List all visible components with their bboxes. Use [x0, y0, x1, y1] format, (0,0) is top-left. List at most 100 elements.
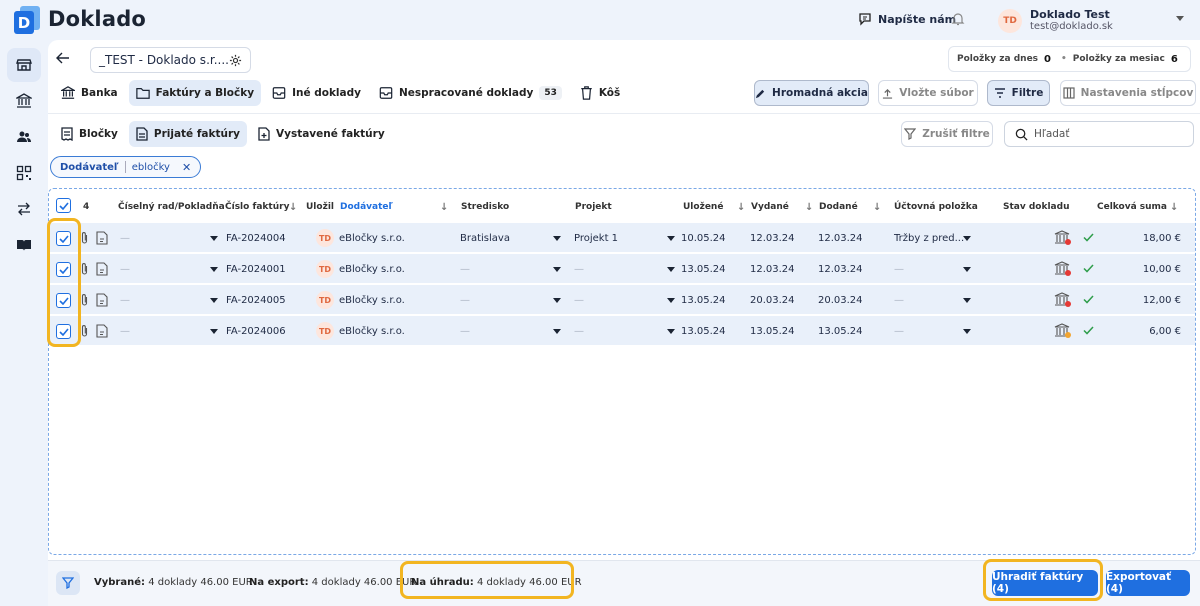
tab-invoices-receipts[interactable]: Faktúry a Bločky [128, 80, 262, 106]
cell-center[interactable]: — [460, 264, 470, 275]
cell-center[interactable]: — [460, 326, 470, 337]
paperclip-icon[interactable] [80, 293, 89, 307]
write-us-button[interactable]: Napíšte nám [858, 12, 956, 26]
paperclip-icon[interactable] [80, 231, 89, 245]
cell-invoice-number[interactable]: FA-2024004 [226, 233, 286, 244]
dropdown-caret-icon[interactable] [963, 329, 971, 334]
cell-center[interactable]: Bratislava [460, 233, 510, 244]
status-document-icon[interactable] [1054, 323, 1072, 339]
select-all-checkbox[interactable] [56, 198, 71, 213]
tab-received-invoices[interactable]: Prijaté faktúry [128, 121, 247, 147]
dropdown-caret-icon[interactable] [210, 329, 218, 334]
cell-center[interactable]: — [460, 295, 470, 306]
col-header-project[interactable]: Projekt [575, 202, 612, 212]
bell-icon[interactable] [950, 11, 966, 27]
col-header-total[interactable]: Celková suma [1097, 202, 1167, 212]
upload-file-button[interactable]: Vložte súbor [878, 80, 978, 106]
cell-invoice-number[interactable]: FA-2024005 [226, 295, 286, 306]
cell-project[interactable]: — [574, 326, 584, 337]
tab-receipts[interactable]: Bločky [54, 121, 125, 147]
document-pdf-icon[interactable] [96, 231, 109, 245]
status-document-icon[interactable] [1054, 261, 1072, 277]
dropdown-caret-icon[interactable] [210, 267, 218, 272]
paperclip-icon[interactable] [80, 262, 89, 276]
tab-bank[interactable]: Banka [54, 80, 125, 106]
dropdown-caret-icon[interactable] [667, 298, 675, 303]
dropdown-caret-icon[interactable] [963, 298, 971, 303]
status-document-icon[interactable] [1054, 230, 1072, 246]
col-header-center[interactable]: Stredisko [461, 202, 509, 212]
dropdown-caret-icon[interactable] [210, 298, 218, 303]
sort-arrow-icon[interactable]: ↓ [805, 202, 813, 213]
col-header-status[interactable]: Stav dokladu [1003, 202, 1069, 212]
pay-invoices-button[interactable]: Uhradiť faktúry (4) [992, 570, 1098, 596]
tab-trash[interactable]: Kôš [573, 80, 627, 106]
table-row[interactable]: — FA-2024006 TD eBločky s.r.o. — — 13.05.24 13.… [49, 316, 1195, 346]
sidebar-item-transfers[interactable] [7, 192, 41, 226]
cell-project[interactable]: — [574, 295, 584, 306]
row-checkbox[interactable] [56, 231, 71, 246]
cell-invoice-number[interactable]: FA-2024001 [226, 264, 286, 275]
cell-invoice-number[interactable]: FA-2024006 [226, 326, 286, 337]
user-menu[interactable]: TD Doklado Test test@doklado.sk [998, 8, 1113, 33]
search-input[interactable]: Hľadať [1004, 121, 1194, 147]
sort-arrow-icon[interactable]: ↓ [873, 202, 881, 213]
col-header-series[interactable]: Číselný rad/Pokladňa [118, 202, 225, 212]
sidebar-item-qr[interactable] [7, 156, 41, 190]
col-header-saved-by[interactable]: Uložil [306, 202, 334, 212]
row-checkbox[interactable] [56, 293, 71, 308]
dropdown-caret-icon[interactable] [553, 298, 561, 303]
back-arrow-icon[interactable] [56, 52, 70, 64]
close-icon[interactable]: ✕ [182, 161, 191, 174]
dropdown-caret-icon[interactable] [553, 236, 561, 241]
doklado-logo-icon[interactable]: D [14, 6, 42, 34]
dropdown-caret-icon[interactable] [553, 267, 561, 272]
tab-other-documents[interactable]: Iné doklady [265, 80, 368, 106]
chevron-down-icon[interactable] [1176, 16, 1184, 22]
cell-account[interactable]: Tržby z pred... [894, 233, 964, 244]
cell-account[interactable]: — [894, 295, 904, 306]
dropdown-caret-icon[interactable] [963, 267, 971, 272]
cell-project[interactable]: Projekt 1 [574, 233, 618, 244]
document-pdf-icon[interactable] [96, 293, 109, 307]
export-button[interactable]: Exportovať (4) [1106, 570, 1190, 596]
filter-chip-supplier[interactable]: Dodávateľ ebločky ✕ [50, 156, 202, 178]
col-header-account[interactable]: Účtovná položka [894, 202, 978, 212]
table-row[interactable]: — FA-2024001 TD eBločky s.r.o. — — 13.05.24 12.… [49, 254, 1195, 284]
table-row[interactable]: — FA-2024005 TD eBločky s.r.o. — — 13.05.24 20.… [49, 285, 1195, 315]
cell-account[interactable]: — [894, 264, 904, 275]
sort-arrow-icon[interactable]: ↓ [737, 202, 745, 213]
company-selector[interactable]: _TEST - Doklado s.r.... [90, 47, 251, 73]
tab-unprocessed[interactable]: Nespracované doklady 53 [372, 80, 569, 106]
tab-issued-invoices[interactable]: Vystavené faktúry [251, 121, 392, 147]
sort-arrow-icon[interactable]: ↓ [1170, 202, 1178, 213]
status-document-icon[interactable] [1054, 292, 1072, 308]
paperclip-icon[interactable] [80, 324, 89, 338]
gear-icon[interactable] [229, 54, 242, 67]
dropdown-caret-icon[interactable] [667, 267, 675, 272]
row-checkbox[interactable] [56, 324, 71, 339]
dropdown-caret-icon[interactable] [963, 236, 971, 241]
cell-project[interactable]: — [574, 264, 584, 275]
sort-arrow-icon[interactable]: ↓ [440, 202, 448, 213]
row-checkbox[interactable] [56, 262, 71, 277]
document-pdf-icon[interactable] [96, 324, 109, 338]
col-header-issued[interactable]: Vydané [751, 202, 789, 212]
col-header-delivered[interactable]: Dodané [819, 202, 858, 212]
sidebar-item-users[interactable] [7, 120, 41, 154]
col-header-number[interactable]: Číslo faktúry [225, 202, 289, 212]
document-pdf-icon[interactable] [96, 262, 109, 276]
sidebar-item-book[interactable] [7, 228, 41, 262]
footer-filter-button[interactable] [56, 571, 80, 595]
cell-account[interactable]: — [894, 326, 904, 337]
col-header-stored[interactable]: Uložené [683, 202, 723, 212]
sort-arrow-icon[interactable]: ↓ [289, 202, 297, 213]
dropdown-caret-icon[interactable] [553, 329, 561, 334]
column-settings-button[interactable]: Nastavenia stĺpcov [1060, 80, 1196, 106]
filters-button[interactable]: Filtre [987, 80, 1050, 106]
clear-filters-button[interactable]: Zrušiť filtre [901, 121, 993, 147]
dropdown-caret-icon[interactable] [667, 329, 675, 334]
table-row[interactable]: — FA-2024004 TD eBločky s.r.o. Bratislava Pro… [49, 223, 1195, 253]
bulk-action-button[interactable]: Hromadná akcia [754, 80, 869, 106]
col-header-supplier[interactable]: Dodávateľ [340, 202, 393, 212]
